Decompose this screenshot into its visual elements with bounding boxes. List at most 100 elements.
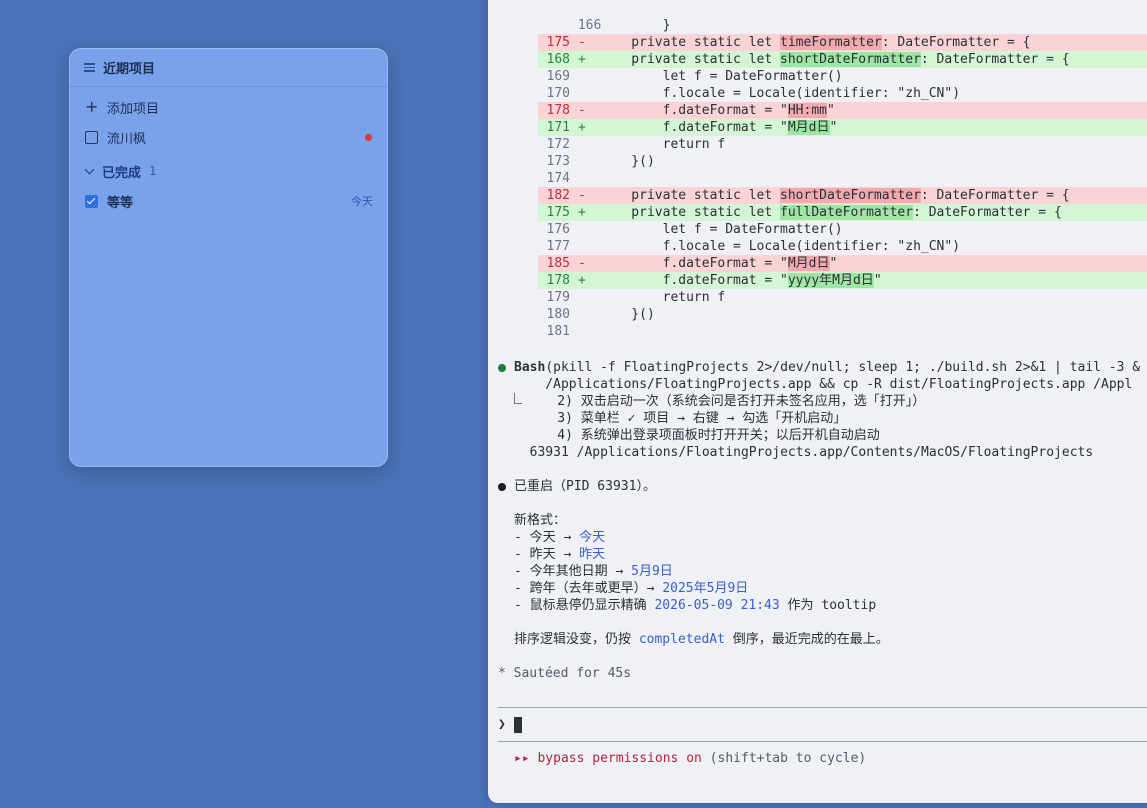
diff-line: 175- private static let timeFormatter: D… bbox=[538, 34, 1147, 51]
diff-line: 177 f.locale = Locale(identifier: "zh_CN… bbox=[538, 238, 1147, 255]
format-item: - 今年其他日期 → 5月9日 bbox=[514, 563, 1147, 580]
project-checkbox[interactable] bbox=[85, 130, 98, 144]
panel-title: 近期项目 bbox=[103, 61, 156, 77]
line-number: 178 bbox=[546, 103, 570, 118]
code-highlight: HH:mm bbox=[787, 103, 827, 118]
code-text: private static let bbox=[600, 188, 781, 203]
code-text: : DateFormatter = { bbox=[920, 188, 1070, 203]
diff-sign: + bbox=[578, 52, 586, 67]
diff-line: 171 + f.dateFormat = "M月d日" bbox=[538, 119, 1147, 136]
diff-line: 179 return f bbox=[538, 289, 1147, 306]
reply-bullet bbox=[498, 483, 506, 491]
diff-line: 182- private static let shortDateFormatt… bbox=[538, 187, 1147, 204]
diff-line: 180 }() bbox=[538, 306, 1147, 323]
code-text: : DateFormatter = { bbox=[913, 205, 1062, 220]
prompt-input[interactable] bbox=[514, 717, 522, 733]
code-text: " bbox=[829, 256, 838, 271]
diff-sign: - bbox=[578, 103, 586, 118]
diff-line: 176 let f = DateFormatter() bbox=[538, 221, 1147, 238]
line-number: 170 bbox=[546, 86, 570, 101]
diff-sign: - bbox=[578, 188, 586, 203]
diff-line: 168 + private static let shortDateFormatt… bbox=[538, 51, 1147, 68]
status-line: * Sautéed for 45s bbox=[498, 666, 632, 681]
code-text: let f = DateFormatter() bbox=[600, 69, 843, 84]
prompt-symbol: ❯ bbox=[498, 717, 506, 732]
projects-panel: 近期项目 + 添加项目 流川枫 已完成 1 等等 今天 bbox=[69, 48, 388, 467]
format-value: 2026-05-09 21:43 bbox=[654, 598, 780, 613]
sort-prefix: 排序逻辑没变，仍按 bbox=[514, 632, 639, 647]
chevron-down-icon bbox=[84, 164, 95, 174]
code-highlight: timeFormatter bbox=[780, 35, 882, 50]
code-text: : DateFormatter = { bbox=[881, 35, 1031, 50]
sort-suffix: 倒序，最近完成的在最上。 bbox=[724, 632, 889, 647]
code-text: " bbox=[829, 120, 838, 135]
bypass-permissions-toggle[interactable]: ▸▸ bypass permissions on (shift+tab to c… bbox=[514, 750, 1147, 767]
diff-line: 181 bbox=[538, 323, 1147, 340]
project-item[interactable]: 流川枫 bbox=[85, 127, 373, 147]
code-text: private static let bbox=[600, 52, 781, 67]
fast-forward-icon: ▸▸ bbox=[514, 751, 530, 766]
diff-line: 170 f.locale = Locale(identifier: "zh_CN… bbox=[538, 85, 1147, 102]
format-prefix: - 今年其他日期 → bbox=[514, 564, 632, 579]
code-text: f.locale = Locale(identifier: "zh_CN") bbox=[600, 86, 961, 101]
format-prefix: - 今天 → bbox=[514, 530, 580, 545]
code-text: let f = DateFormatter() bbox=[600, 222, 843, 237]
completed-count: 1 bbox=[149, 164, 157, 178]
line-number: 178 bbox=[546, 273, 570, 288]
line-number: 180 bbox=[546, 307, 570, 322]
code-highlight: shortDateFormatter bbox=[780, 52, 921, 67]
input-top-divider bbox=[498, 707, 1147, 708]
bash-command-cont: /Applications/FloatingProjects.app && cp… bbox=[514, 377, 1133, 392]
bypass-hint: (shift+tab to cycle) bbox=[701, 751, 867, 766]
add-project-label: 添加项目 bbox=[107, 101, 160, 117]
code-text: " bbox=[873, 273, 882, 288]
line-number: 185 bbox=[546, 256, 570, 271]
diff-line: 173 }() bbox=[538, 153, 1147, 170]
format-item: - 跨年（去年或更早）→ 2025年5月9日 bbox=[514, 580, 1147, 597]
code-text: f.dateFormat = " bbox=[600, 256, 788, 271]
format-value: 今天 bbox=[579, 530, 606, 545]
line-number: 171 bbox=[546, 120, 570, 135]
diff-sign: + bbox=[578, 205, 586, 220]
bash-tool-name: Bash bbox=[514, 360, 546, 375]
diff-line: 175 + private static let fullDateFormatte… bbox=[538, 204, 1147, 221]
project-item-label: 流川枫 bbox=[107, 131, 147, 147]
completed-section-toggle[interactable]: 已完成 1 bbox=[84, 161, 373, 181]
line-number: 173 bbox=[546, 154, 570, 169]
diff-line: 167 bbox=[538, 17, 1147, 50]
plus-icon: + bbox=[85, 97, 99, 116]
sort-code: completedAt bbox=[638, 632, 725, 647]
format-value: 昨天 bbox=[579, 547, 606, 562]
diff-sign: - bbox=[578, 256, 586, 271]
format-value: 5月9日 bbox=[631, 564, 673, 579]
terminal-window[interactable]: 166 } 167 Bash(pkill -f FloatingProjects… bbox=[488, 0, 1147, 803]
completed-item-label: 等等 bbox=[107, 195, 134, 211]
restart-message: 已重启（PID 63931）。 bbox=[514, 479, 656, 494]
completed-date: 今天 bbox=[351, 195, 373, 208]
format-prefix: - 鼠标悬停仍显示精确 bbox=[514, 598, 655, 613]
format-item: - 鼠标悬停仍显示精确 2026-05-09 21:43 作为 tooltip bbox=[514, 597, 1147, 614]
code-text: f.dateFormat = " bbox=[600, 103, 788, 118]
completed-item[interactable]: 等等 今天 bbox=[85, 191, 373, 211]
line-number: 179 bbox=[546, 290, 570, 305]
code-text: }() bbox=[600, 307, 655, 322]
line-number: 177 bbox=[546, 239, 570, 254]
format-value: 2025年5月9日 bbox=[662, 581, 749, 596]
line-number: 169 bbox=[546, 69, 570, 84]
add-project-button[interactable]: + 添加项目 bbox=[85, 97, 373, 117]
code-highlight: M月d日 bbox=[787, 120, 830, 135]
diff-sign: + bbox=[578, 120, 586, 135]
completed-checkbox[interactable] bbox=[85, 194, 98, 208]
code-text: : DateFormatter = { bbox=[920, 52, 1070, 67]
diff-line: 169 let f = DateFormatter() bbox=[538, 68, 1147, 85]
sort-message: 排序逻辑没变，仍按 completedAt 倒序，最近完成的在最上。 bbox=[514, 631, 1147, 648]
line-number: 181 bbox=[546, 324, 570, 339]
format-suffix: 作为 tooltip bbox=[779, 598, 877, 613]
code-highlight: fullDateFormatter bbox=[780, 205, 914, 220]
menu-icon[interactable] bbox=[84, 62, 95, 72]
code-text: }() bbox=[600, 154, 655, 169]
line-number: 175 bbox=[546, 35, 570, 50]
format-prefix: - 昨天 → bbox=[514, 547, 580, 562]
panel-header[interactable]: 近期项目 bbox=[69, 48, 388, 87]
code-highlight: M月d日 bbox=[787, 256, 830, 271]
